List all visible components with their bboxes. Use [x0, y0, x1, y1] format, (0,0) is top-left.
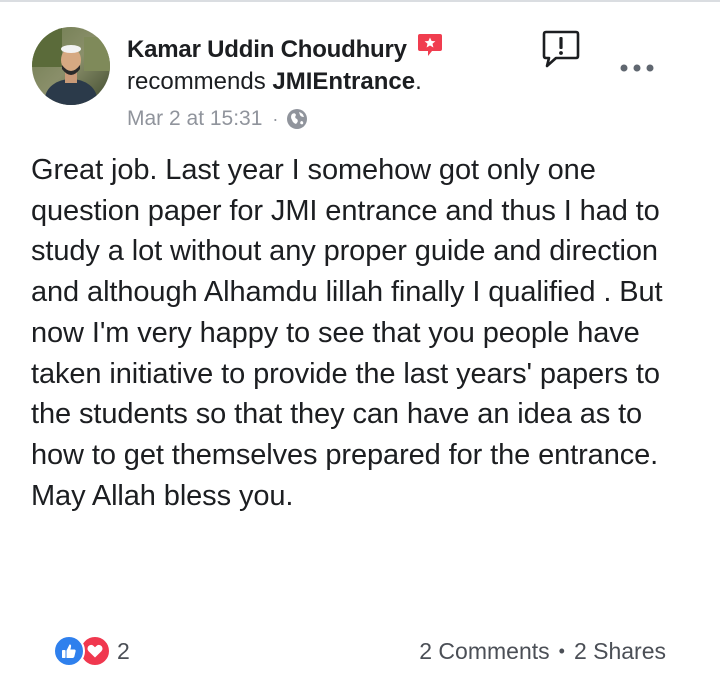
top-divider: [0, 0, 720, 2]
like-reaction-icon: [53, 635, 85, 667]
reactions-summary[interactable]: 2: [53, 634, 130, 668]
post-meta: Mar 2 at 15:31 ·: [127, 102, 547, 136]
report-icon[interactable]: [541, 29, 581, 69]
comments-link[interactable]: 2 Comments: [419, 638, 549, 665]
period-text: .: [415, 68, 422, 95]
star-badge-icon: [416, 32, 444, 58]
post-body: Great job. Last year I somehow got only …: [31, 154, 663, 512]
recommendation-post: Kamar Uddin Choudhury recommends JMIEntr…: [0, 0, 720, 691]
shares-link[interactable]: 2 Shares: [574, 638, 666, 665]
engagement-summary: 2 Comments • 2 Shares: [419, 634, 666, 668]
meta-separator: ·: [272, 108, 279, 129]
reaction-count: 2: [117, 637, 130, 664]
globe-icon[interactable]: [286, 108, 308, 130]
post-timestamp[interactable]: Mar 2 at 15:31: [127, 107, 262, 131]
more-options-icon[interactable]: [619, 60, 655, 76]
avatar[interactable]: [32, 27, 110, 105]
page-name-link[interactable]: JMIEntrance: [272, 68, 415, 95]
action-text: recommends: [127, 68, 266, 95]
recommendation-line: recommends JMIEntrance.: [127, 65, 547, 99]
footer-bullet: •: [558, 640, 565, 661]
post-header: Kamar Uddin Choudhury recommends JMIEntr…: [127, 33, 547, 136]
author-name[interactable]: Kamar Uddin Choudhury: [127, 36, 407, 64]
